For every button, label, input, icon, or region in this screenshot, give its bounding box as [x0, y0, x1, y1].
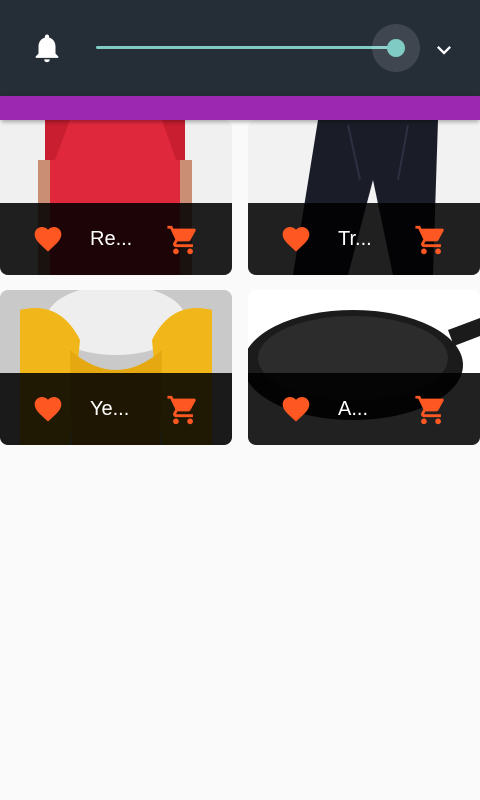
product-card[interactable]: Re... — [0, 120, 232, 275]
chevron-down-icon[interactable] — [430, 36, 458, 64]
product-card-footer: Re... — [0, 203, 232, 275]
slider[interactable] — [96, 24, 420, 72]
shopping-cart-icon[interactable] — [414, 223, 448, 257]
accent-bar — [0, 96, 480, 120]
heart-icon[interactable] — [32, 223, 64, 255]
product-title: A... — [338, 398, 369, 420]
shopping-cart-icon[interactable] — [414, 393, 448, 427]
slider-thumb[interactable] — [387, 39, 405, 57]
heart-icon[interactable] — [280, 223, 312, 255]
slider-track[interactable] — [96, 46, 396, 49]
product-card[interactable]: Ye... — [0, 290, 232, 445]
product-title: Re... — [90, 228, 133, 250]
shopping-cart-icon[interactable] — [166, 393, 200, 427]
product-card[interactable]: Tr... — [248, 120, 480, 275]
product-card[interactable]: A... — [248, 290, 480, 445]
product-grid: Re... Tr... Ye... A... — [0, 120, 480, 800]
heart-icon[interactable] — [280, 393, 312, 425]
product-title: Tr... — [338, 228, 372, 250]
heart-icon[interactable] — [32, 393, 64, 425]
notifications-bell-icon[interactable] — [30, 30, 64, 66]
app-bar — [0, 0, 480, 96]
product-card-footer: A... — [248, 373, 480, 445]
product-title: Ye... — [90, 398, 130, 420]
product-card-footer: Tr... — [248, 203, 480, 275]
shopping-cart-icon[interactable] — [166, 223, 200, 257]
product-card-footer: Ye... — [0, 373, 232, 445]
